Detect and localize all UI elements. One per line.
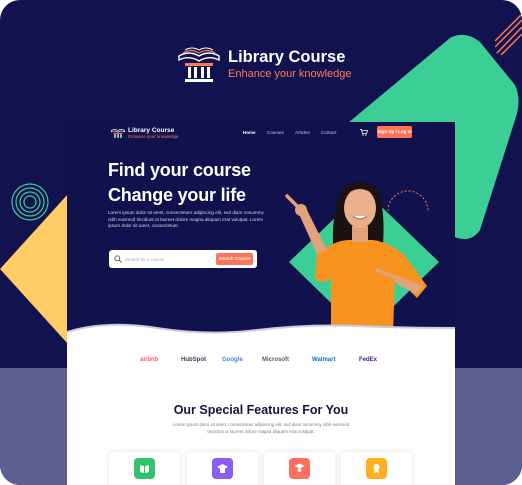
library-book-icon <box>111 129 125 138</box>
website-preview: Library Course Enhance your knowledge Ho… <box>67 122 455 485</box>
search-icon <box>114 255 122 263</box>
fedex-logo: FedEx <box>359 357 378 363</box>
nav-courses[interactable]: Courses <box>267 130 284 135</box>
award-icon <box>366 458 387 479</box>
walmart-logo: Walmart <box>312 357 336 363</box>
stripes-decoration <box>495 15 522 55</box>
course-search-bar: Search Course <box>109 250 257 268</box>
search-course-button[interactable]: Search Course <box>216 253 253 265</box>
library-book-icon <box>178 47 220 82</box>
swirl-lines-decoration <box>11 183 49 221</box>
google-logo: Google <box>222 357 243 363</box>
showcase-card: Library Course Enhance your knowledge Li… <box>0 0 522 485</box>
nav-home[interactable]: Home <box>243 130 256 135</box>
hero-headline-line2: Change your life <box>108 185 246 205</box>
course-search-input[interactable] <box>125 253 215 265</box>
feature-card[interactable] <box>341 452 412 485</box>
nav-articles[interactable]: Articles <box>295 130 310 135</box>
hero-section: Library Course Enhance your knowledge Ho… <box>67 122 455 335</box>
brand-title: Library Course <box>228 48 346 66</box>
graduate-icon <box>212 458 233 479</box>
features-description: Lorem ipsum dolor sit amet, consectetuer… <box>172 422 350 434</box>
feature-card[interactable] <box>264 452 335 485</box>
nav-contact[interactable]: Contact <box>321 130 337 135</box>
site-logo-title[interactable]: Library Course <box>128 127 174 134</box>
brand-tagline: Enhance your knowledge <box>228 68 352 80</box>
feature-card[interactable] <box>109 452 180 485</box>
feature-card[interactable] <box>187 452 258 485</box>
student-photo <box>285 181 427 334</box>
airbnb-logo: airbnb <box>140 357 159 363</box>
brand-header: Library Course Enhance your knowledge <box>175 46 375 86</box>
hero-headline-line1: Find your course <box>108 160 251 180</box>
wave-divider <box>67 323 455 342</box>
signup-login-button[interactable]: Sign Up / Log In <box>377 126 412 138</box>
teacher-icon <box>289 458 310 479</box>
hero-description: Lorem ipsum dolor sit amet, consectetuer… <box>108 210 264 228</box>
hubspot-logo: HubSpot <box>181 357 206 363</box>
cart-icon[interactable] <box>360 129 368 136</box>
microsoft-logo: Microsoft <box>262 357 289 363</box>
site-logo-tagline: Enhance your knowledge <box>128 134 179 139</box>
book-icon <box>134 458 155 479</box>
features-title: Our Special Features For You <box>173 403 349 417</box>
